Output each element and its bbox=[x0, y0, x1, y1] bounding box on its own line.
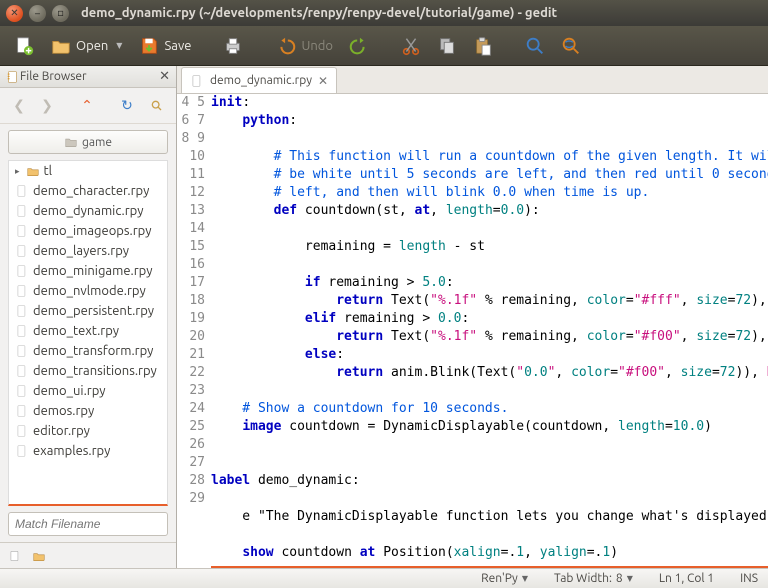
file-item[interactable]: demo_transform.rpy bbox=[9, 341, 167, 361]
chevron-down-icon: ▼ bbox=[522, 574, 528, 583]
new-doc-icon[interactable] bbox=[8, 549, 22, 563]
side-panel-title: File Browser bbox=[20, 70, 87, 83]
side-panel-close-button[interactable]: ✕ bbox=[159, 69, 170, 84]
file-item[interactable]: demo_imageops.rpy bbox=[9, 221, 167, 241]
status-lncol: Ln 1, Col 1 bbox=[659, 572, 714, 585]
replace-icon bbox=[560, 35, 582, 57]
file-item[interactable]: demo_layers.rpy bbox=[9, 241, 167, 261]
paste-icon bbox=[472, 35, 494, 57]
redo-button[interactable] bbox=[343, 30, 375, 62]
folder-icon bbox=[64, 135, 78, 149]
nav-forward-button[interactable]: ❯ bbox=[34, 93, 60, 119]
save-button[interactable]: Save bbox=[132, 30, 197, 62]
status-language-label: Ren'Py bbox=[481, 572, 518, 585]
file-item[interactable]: demo_minigame.rpy bbox=[9, 261, 167, 281]
side-panel-footer bbox=[0, 542, 176, 568]
line-gutter: 4 5 6 7 8 9 10 11 12 13 14 15 16 17 18 1… bbox=[177, 94, 211, 568]
path-label: game bbox=[82, 136, 112, 149]
open-dropdown-icon[interactable]: ▼ bbox=[116, 41, 122, 50]
cut-icon bbox=[400, 35, 422, 57]
file-item[interactable]: examples.rpy bbox=[9, 441, 167, 461]
replace-button[interactable] bbox=[555, 30, 587, 62]
file-item[interactable]: editor.rpy bbox=[9, 421, 167, 441]
search-icon bbox=[524, 35, 546, 57]
status-bar: Ren'Py ▼ Tab Width: 8 ▼ Ln 1, Col 1 INS bbox=[0, 568, 768, 588]
tab-demo-dynamic[interactable]: demo_dynamic.rpy ✕ bbox=[181, 67, 337, 93]
paste-button[interactable] bbox=[467, 30, 499, 62]
window-close-button[interactable]: ✕ bbox=[6, 5, 23, 22]
new-file-button[interactable] bbox=[8, 30, 40, 62]
window-title: demo_dynamic.rpy (~/developments/renpy/r… bbox=[81, 6, 557, 20]
nav-up-button[interactable]: ⌃ bbox=[74, 93, 100, 119]
nav-refresh-button[interactable]: ↻ bbox=[114, 93, 140, 119]
save-icon bbox=[138, 35, 160, 57]
code-text[interactable]: init: python: # This function will run a… bbox=[211, 94, 768, 568]
file-item[interactable]: demo_nvlmode.rpy bbox=[9, 281, 167, 301]
magnifier-icon bbox=[149, 98, 165, 114]
editor-area: demo_dynamic.rpy ✕ 4 5 6 7 8 9 10 11 12 … bbox=[177, 66, 768, 568]
status-tab-width-label: Tab Width: bbox=[554, 572, 612, 585]
open-button[interactable]: Open ▼ bbox=[44, 30, 128, 62]
undo-label: Undo bbox=[301, 39, 333, 53]
tab-label: demo_dynamic.rpy bbox=[210, 74, 312, 87]
file-list[interactable]: ▸tldemo_character.rpydemo_dynamic.rpydem… bbox=[8, 160, 168, 506]
nav-search-button[interactable] bbox=[144, 93, 170, 119]
path-selector[interactable]: game bbox=[8, 130, 168, 154]
filter-input[interactable] bbox=[8, 512, 168, 536]
file-item[interactable]: demo_text.rpy bbox=[9, 321, 167, 341]
redo-icon bbox=[348, 35, 370, 57]
status-tab-width-value: 8 bbox=[616, 572, 623, 585]
copy-icon bbox=[436, 35, 458, 57]
print-icon bbox=[222, 35, 244, 57]
window-titlebar: ✕ – ▫ demo_dynamic.rpy (~/developments/r… bbox=[0, 0, 768, 26]
file-item[interactable]: demo_persistent.rpy bbox=[9, 301, 167, 321]
main-toolbar: Open ▼ Save Undo bbox=[0, 26, 768, 66]
undo-icon bbox=[275, 35, 297, 57]
print-button[interactable] bbox=[217, 30, 249, 62]
save-label: Save bbox=[164, 39, 191, 53]
file-item[interactable]: demo_dynamic.rpy bbox=[9, 201, 167, 221]
nav-back-button[interactable]: ❮ bbox=[6, 93, 32, 119]
document-icon bbox=[190, 74, 204, 88]
new-folder-icon[interactable] bbox=[32, 549, 46, 563]
file-item[interactable]: demos.rpy bbox=[9, 401, 167, 421]
chevron-down-icon: ▼ bbox=[627, 574, 633, 583]
side-panel-header: File Browser ✕ bbox=[0, 66, 176, 88]
file-item[interactable]: demo_ui.rpy bbox=[9, 381, 167, 401]
undo-button[interactable]: Undo bbox=[269, 30, 339, 62]
open-label: Open bbox=[76, 39, 108, 53]
status-ins[interactable]: INS bbox=[740, 572, 758, 585]
side-panel: File Browser ✕ ❮ ❯ ⌃ ↻ game ▸tldemo_char… bbox=[0, 66, 177, 568]
open-folder-icon bbox=[50, 35, 72, 57]
folder-item[interactable]: ▸tl bbox=[9, 161, 167, 181]
window-minimize-button[interactable]: – bbox=[29, 5, 46, 22]
cut-button[interactable] bbox=[395, 30, 427, 62]
new-file-icon bbox=[13, 35, 35, 57]
document-tabs: demo_dynamic.rpy ✕ bbox=[177, 66, 768, 94]
file-browser-nav: ❮ ❯ ⌃ ↻ bbox=[0, 88, 176, 124]
filter-box bbox=[8, 512, 168, 536]
find-button[interactable] bbox=[519, 30, 551, 62]
file-item[interactable]: demo_character.rpy bbox=[9, 181, 167, 201]
status-language[interactable]: Ren'Py ▼ bbox=[481, 572, 528, 585]
file-browser-icon bbox=[6, 70, 20, 84]
code-viewport[interactable]: 4 5 6 7 8 9 10 11 12 13 14 15 16 17 18 1… bbox=[177, 94, 768, 568]
status-tab-width[interactable]: Tab Width: 8 ▼ bbox=[554, 572, 633, 585]
window-maximize-button[interactable]: ▫ bbox=[52, 5, 69, 22]
tab-close-button[interactable]: ✕ bbox=[318, 74, 328, 88]
file-item[interactable]: demo_transitions.rpy bbox=[9, 361, 167, 381]
copy-button[interactable] bbox=[431, 30, 463, 62]
